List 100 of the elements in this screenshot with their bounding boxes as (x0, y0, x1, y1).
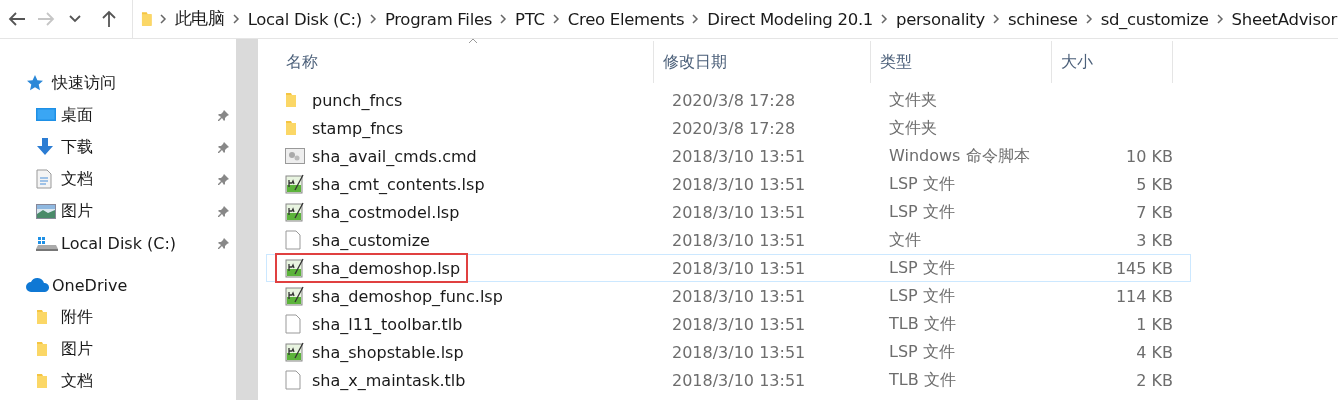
breadcrumb-item[interactable]: Local Disk (C:) (246, 9, 363, 29)
type-cell-text: Windows 命令脚本 (888, 145, 1031, 167)
nav-item[interactable]: 文档 (0, 365, 236, 397)
date-cell-text: 2018/3/10 13:51 (671, 230, 807, 250)
lsp-file-icon (285, 174, 305, 194)
lsp-file-icon (285, 258, 305, 278)
nav-item[interactable]: 下载 (0, 131, 236, 163)
size-cell-text: 4 KB (1135, 342, 1174, 362)
file-row[interactable]: sha_costmodel.lsp 2018/3/10 13:51 LSP 文件 7 KB (266, 198, 1191, 226)
file-name: stamp_fncs (312, 118, 404, 138)
size-cell-text: 2 KB (1135, 370, 1174, 390)
type-cell-text: LSP 文件 (888, 285, 956, 307)
file-name: sha_cmt_contents.lsp (312, 174, 485, 194)
nav-item[interactable]: 快速访问 (0, 67, 236, 99)
type-cell-text: TLB 文件 (888, 313, 957, 335)
blank-file-icon (285, 314, 301, 334)
up-arrow-icon (101, 10, 117, 28)
file-row[interactable]: sha_cmt_contents.lsp 2018/3/10 13:51 LSP 文件 5 KB (266, 170, 1191, 198)
type-cell-text: 文件 (888, 229, 922, 251)
nav-item[interactable]: 图片 (0, 195, 236, 227)
date-cell-text: 2018/3/10 13:51 (671, 202, 807, 222)
nav-item[interactable]: 附件 (0, 301, 236, 333)
pin-icon (217, 236, 230, 250)
type-cell-text: LSP 文件 (888, 201, 956, 223)
nav-item[interactable]: Local Disk (C:) (0, 227, 236, 259)
pin-icon (217, 204, 230, 218)
blank-file-icon (285, 370, 301, 390)
breadcrumb-item[interactable]: 此电脑 (173, 8, 226, 30)
column-header[interactable]: 大小 (1052, 41, 1173, 83)
file-name: sha_shopstable.lsp (312, 342, 464, 362)
cloud-icon (26, 278, 50, 292)
pictures-icon (36, 203, 56, 219)
date-cell-text: 2018/3/10 13:51 (671, 286, 807, 306)
chevron-right-icon (1085, 14, 1093, 24)
size-cell-text: 10 KB (1125, 146, 1174, 166)
chevron-right-icon (992, 14, 1000, 24)
column-header[interactable]: 名称 (258, 41, 654, 83)
file-name: sha_demoshop.lsp (312, 258, 461, 278)
date-cell-text: 2018/3/10 13:51 (671, 174, 807, 194)
nav-item[interactable]: OneDrive (0, 269, 236, 301)
star-icon (26, 74, 44, 92)
date-cell-text: 2020/3/8 17:28 (671, 118, 797, 138)
size-cell-text: 5 KB (1135, 174, 1174, 194)
type-cell-text: 文件夹 (888, 117, 938, 139)
breadcrumb-item[interactable]: schinese (1006, 9, 1079, 29)
size-cell-text: 7 KB (1135, 202, 1174, 222)
folder-icon (36, 373, 48, 389)
size-cell-text: 3 KB (1135, 230, 1174, 250)
file-row[interactable]: sha_avail_cmds.cmd 2018/3/10 13:51 Windows 命令脚本 10 KB (266, 142, 1191, 170)
lsp-file-icon (285, 202, 305, 222)
size-cell-text: 114 KB (1114, 286, 1174, 306)
chevron-right-icon (159, 14, 167, 24)
pin-icon (217, 140, 230, 154)
breadcrumb-item[interactable]: Creo Elements (566, 9, 686, 29)
breadcrumb-item[interactable]: Direct Modeling 20.1 (706, 9, 875, 29)
file-row[interactable]: sha_customize 2018/3/10 13:51 文件 3 KB (266, 226, 1191, 254)
forward-arrow-icon (37, 11, 55, 27)
file-row[interactable]: sha_demoshop_func.lsp 2018/3/10 13:51 LSP 文件 114 KB (266, 282, 1191, 310)
file-row[interactable]: stamp_fncs 2020/3/8 17:28 文件夹 (266, 114, 1191, 142)
type-cell-text: LSP 文件 (888, 173, 956, 195)
lsp-file-icon (285, 286, 305, 306)
date-cell-text: 2018/3/10 13:51 (671, 342, 807, 362)
file-row[interactable]: punch_fncs 2020/3/8 17:28 文件夹 (266, 86, 1191, 114)
pin-icon (217, 172, 230, 186)
file-row[interactable]: sha_l11_toolbar.tlb 2018/3/10 13:51 TLB 文件 1 KB (266, 310, 1191, 338)
column-header[interactable]: 类型 (871, 41, 1052, 83)
chevron-right-icon (1216, 14, 1224, 24)
nav-item[interactable]: 图片 (0, 333, 236, 365)
breadcrumb-item[interactable]: PTC (514, 9, 546, 29)
file-name: sha_customize (312, 230, 430, 250)
desktop-icon (36, 107, 56, 123)
script-file-icon (285, 148, 305, 164)
breadcrumb-item[interactable]: SheetAdvisor (1230, 9, 1338, 29)
breadcrumb-item[interactable]: Program Files (383, 9, 494, 29)
column-header[interactable]: 修改日期 (654, 41, 871, 83)
file-row[interactable]: sha_shopstable.lsp 2018/3/10 13:51 LSP 文件 4 KB (266, 338, 1191, 366)
date-cell-text: 2018/3/10 13:51 (671, 146, 807, 166)
file-row[interactable]: sha_demoshop.lsp 2018/3/10 13:51 LSP 文件 145 KB (266, 254, 1191, 282)
folder-icon (36, 341, 48, 357)
file-name: sha_costmodel.lsp (312, 202, 460, 222)
document-icon (36, 169, 52, 189)
type-cell-text: LSP 文件 (888, 257, 956, 279)
file-row[interactable]: sha_x_maintask.tlb 2018/3/10 13:51 TLB 文件 2 KB (266, 366, 1191, 394)
chevron-down-icon (69, 15, 81, 23)
date-cell-text: 2020/3/8 17:28 (671, 90, 797, 110)
folder-icon (285, 120, 297, 136)
chevron-right-icon (500, 14, 508, 24)
scrollbar[interactable] (236, 39, 258, 400)
type-cell-text: TLB 文件 (888, 369, 957, 391)
folder-icon (285, 92, 297, 108)
breadcrumb-item[interactable]: personality (895, 9, 986, 29)
pin-icon (217, 108, 230, 122)
type-cell-text: 文件夹 (888, 89, 938, 111)
nav-item[interactable]: 文档 (0, 163, 236, 195)
nav-item[interactable]: 桌面 (0, 99, 236, 131)
chevron-right-icon (552, 14, 560, 24)
file-name: sha_demoshop_func.lsp (312, 286, 503, 306)
download-arrow-icon (36, 138, 54, 156)
sort-caret-icon (468, 38, 478, 44)
breadcrumb-item[interactable]: sd_customize (1099, 9, 1210, 29)
